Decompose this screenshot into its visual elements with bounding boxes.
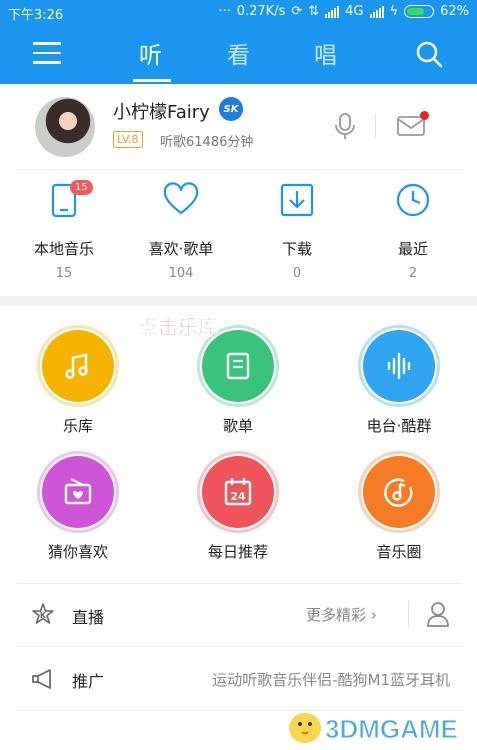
network-type: 4G (345, 4, 364, 19)
local-music-badge: 15 (70, 180, 93, 195)
tab-watch[interactable]: 看 (227, 36, 250, 70)
tab-listen[interactable]: 听 (139, 36, 162, 70)
battery-level: 62% (440, 4, 469, 19)
row-label: 直播 (72, 608, 105, 627)
active-tab-indicator (133, 79, 171, 82)
unread-dot (420, 111, 429, 120)
music-circle-icon (358, 451, 440, 533)
heart-icon (163, 182, 199, 215)
status-bar: 下午3:26 ··· 0.27K/s ⟳ ⇅ 4G ϟ 62% (0, 0, 477, 24)
tap-hint-overlay: 点击乐库 (138, 315, 219, 340)
signal-icon-2 (369, 5, 384, 18)
quick-count: 2 (408, 266, 418, 281)
clock-icon (396, 183, 430, 217)
status-right: ··· 0.27K/s ⟳ ⇅ 4G ϟ 62% (218, 4, 469, 19)
circle-label: 乐库 (62, 417, 93, 435)
divider (17, 646, 462, 647)
music-note-icon (37, 325, 119, 407)
row-label: 推广 (72, 672, 105, 691)
vip-badge[interactable]: SK (219, 97, 243, 121)
network-speed: 0.27K/s (236, 4, 286, 19)
promo-text[interactable]: 运动听歌音乐伴侣-酷狗M1蓝牙耳机 (212, 669, 450, 690)
download-item[interactable]: 下载 0 (257, 182, 337, 281)
quick-label: 本地音乐 (33, 240, 94, 258)
circle-label: 歌单 (222, 417, 253, 435)
avatar[interactable] (35, 97, 95, 157)
guess-you-like-button[interactable]: 猜你喜欢 (33, 451, 123, 562)
radio-icon (37, 451, 119, 533)
radio-community-button[interactable]: 电台·酷群 (354, 325, 444, 436)
live-k-icon: K (32, 603, 54, 624)
charging-icon: ϟ (389, 4, 399, 19)
circle-label: 电台·酷群 (366, 417, 432, 435)
level-badge: LV.8 (113, 131, 143, 148)
music-library-button[interactable]: 乐库 (33, 325, 123, 436)
quick-count: 15 (55, 266, 73, 281)
favorites-item[interactable]: 喜欢·歌单 104 (141, 182, 221, 281)
recent-item[interactable]: 最近 2 (373, 182, 453, 281)
microphone-icon[interactable] (333, 112, 357, 140)
local-music-item[interactable]: 15 本地音乐 15 (24, 180, 104, 281)
calendar-day: 24 (230, 490, 246, 503)
tab-sing[interactable]: 唱 (314, 36, 337, 70)
live-row[interactable]: K 直播 更多精彩 › (0, 584, 477, 646)
quick-count: 104 (168, 266, 194, 281)
soundwave-icon (358, 325, 440, 407)
svg-text:K: K (40, 611, 47, 620)
signal-icon (325, 5, 340, 18)
megaphone-icon (32, 669, 51, 689)
daily-recommend-button[interactable]: 24 每日推荐 (193, 451, 283, 562)
section-gap (0, 296, 477, 306)
status-dots-icon: ··· (218, 4, 231, 19)
playlist-button[interactable]: 歌单 (193, 325, 283, 436)
watermark-text: 3DMGAME (325, 714, 459, 745)
divider (17, 169, 462, 170)
circle-label: 每日推荐 (207, 543, 268, 561)
music-circle-button[interactable]: 音乐圈 (354, 451, 444, 562)
top-nav-bar: 听 看 唱 (0, 24, 477, 84)
search-icon[interactable] (414, 39, 444, 69)
quick-label: 喜欢·歌单 (148, 240, 214, 258)
circle-label: 猜你喜欢 (47, 543, 108, 561)
quick-count: 0 (292, 266, 302, 281)
username[interactable]: 小柠檬Fairy (113, 98, 210, 124)
calendar-icon: 24 (197, 451, 279, 533)
playlist-icon (197, 325, 279, 407)
person-icon[interactable] (426, 600, 450, 628)
listen-time: 听歌61486分钟 (160, 135, 254, 150)
quick-label: 下载 (281, 240, 312, 258)
row-divider (408, 601, 409, 627)
quick-label: 最近 (397, 240, 428, 258)
more-link[interactable]: 更多精彩 › (306, 604, 377, 625)
circle-label: 音乐圈 (376, 543, 422, 561)
menu-icon[interactable] (33, 42, 61, 64)
sync-icon: ⟳ (291, 4, 303, 19)
data-arrows-icon: ⇅ (308, 4, 320, 19)
profile-divider (375, 114, 376, 138)
download-icon (280, 183, 314, 217)
chevron-right-icon: › (370, 606, 377, 624)
battery-icon (404, 5, 435, 18)
status-time: 下午3:26 (8, 8, 64, 23)
more-link-text: 更多精彩 (306, 606, 367, 624)
